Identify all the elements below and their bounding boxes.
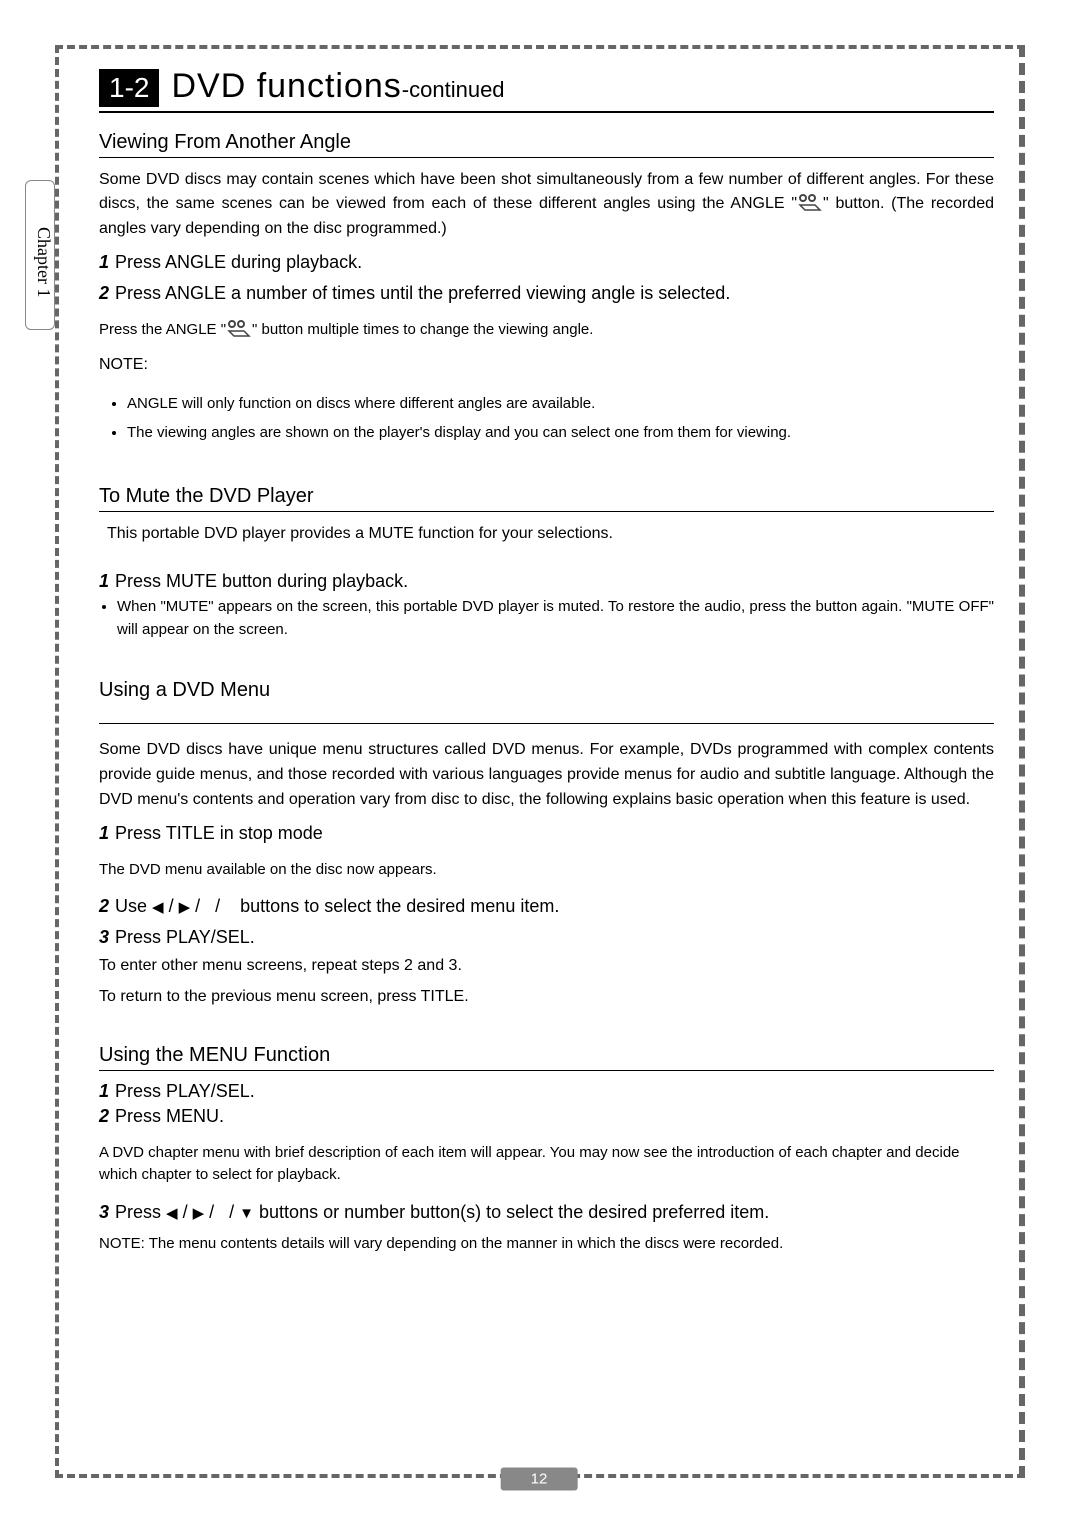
step-number: 2 — [99, 896, 109, 916]
step-text: Press MUTE button during playback. — [115, 571, 408, 591]
title-main: DVD functions — [171, 67, 401, 106]
step-text: Press PLAY/SEL. — [115, 927, 255, 947]
step-number: 2 — [99, 283, 109, 303]
note-item: The viewing angles are shown on the play… — [127, 419, 994, 448]
step-number: 1 — [99, 1081, 109, 1101]
sub-text: A DVD chapter menu with brief descriptio… — [99, 1142, 994, 1187]
step-number: 1 — [99, 823, 109, 843]
page-number: 12 — [501, 1468, 578, 1491]
chapter-label: Chapter 1 — [34, 227, 54, 297]
step: 1 Press PLAY/SEL. — [99, 1081, 994, 1102]
right-icon: ▶ — [193, 1204, 205, 1222]
step-number: 2 — [99, 1106, 109, 1126]
note-item: ANGLE will only function on discs where … — [127, 390, 994, 419]
note-text: NOTE: The menu contents details will var… — [99, 1233, 994, 1256]
note-label: NOTE: — [99, 356, 994, 374]
step: 2 Press ANGLE a number of times until the… — [99, 283, 994, 304]
sub-text: The DVD menu available on the disc now a… — [99, 859, 994, 882]
angle-icon — [226, 319, 252, 337]
step: 3Press ◀ / ▶ / / ▼ buttons or number but… — [99, 1202, 994, 1223]
step-text: Press TITLE in stop mode — [115, 823, 323, 843]
title-suffix: -continued — [402, 77, 505, 103]
step: 1 Press MUTE button during playback. — [99, 571, 994, 592]
section-heading-menufn: Using the MENU Function — [99, 1044, 994, 1071]
section-heading-angle: Viewing From Another Angle — [99, 131, 994, 158]
step-number: 1 — [99, 571, 109, 591]
right-icon: ▶ — [179, 898, 191, 916]
left-icon: ◀ — [152, 898, 164, 916]
step-text: Press ANGLE a number of times until the … — [115, 283, 730, 303]
page-frame: 1-2 DVD functions -continued Viewing Fro… — [55, 45, 1025, 1478]
mute-intro: This portable DVD player provides a MUTE… — [107, 522, 994, 547]
step-text: Press PLAY/SEL. — [115, 1081, 255, 1101]
section-heading-menu: Using a DVD Menu — [99, 679, 994, 705]
left-icon: ◀ — [166, 1204, 178, 1222]
bullet-item: When "MUTE" appears on the screen, this … — [117, 596, 994, 641]
step: 1 Press TITLE in stop mode — [99, 823, 994, 844]
step: 3 Press PLAY/SEL. — [99, 927, 994, 948]
down-icon: ▼ — [239, 1205, 254, 1222]
menu-intro: Some DVD discs have unique menu structur… — [99, 738, 994, 812]
step-text: buttons to select the desired menu item. — [240, 896, 559, 916]
step-number: 3 — [99, 927, 109, 947]
step-number: 3 — [99, 1202, 109, 1222]
step: 2 Press MENU. — [99, 1106, 994, 1127]
step-text: Press — [115, 1202, 166, 1222]
text: " button multiple times to change the vi… — [252, 321, 593, 338]
sub-text: Press the ANGLE " " button multiple times… — [99, 319, 994, 342]
step: 2Use ◀ / ▶ / / buttons to select the des… — [99, 896, 994, 917]
chapter-tab: Chapter 1 — [25, 180, 55, 330]
notes-list: ANGLE will only function on discs where … — [117, 390, 994, 447]
step: 1 Press ANGLE during playback. — [99, 252, 994, 273]
step-text: Press ANGLE during playback. — [115, 252, 362, 272]
bullet-list: When "MUTE" appears on the screen, this … — [117, 596, 994, 641]
page-title: 1-2 DVD functions -continued — [99, 67, 994, 113]
text: To enter other menu screens, repeat step… — [99, 954, 994, 979]
text: Press the ANGLE " — [99, 321, 226, 338]
section-badge: 1-2 — [99, 69, 159, 107]
step-text: Press MENU. — [115, 1106, 224, 1126]
step-number: 1 — [99, 252, 109, 272]
step-text: Use — [115, 896, 152, 916]
angle-intro: Some DVD discs may contain scenes which … — [99, 168, 994, 242]
text: To return to the previous menu screen, p… — [99, 985, 994, 1010]
step-text: buttons or number button(s) to select th… — [259, 1202, 769, 1222]
angle-icon — [797, 193, 823, 211]
section-heading-mute: To Mute the DVD Player — [99, 485, 994, 512]
